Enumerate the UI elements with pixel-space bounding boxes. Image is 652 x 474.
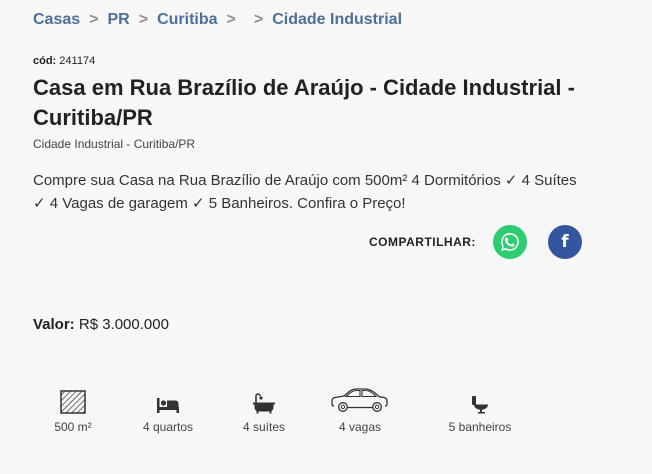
- feature-bathrooms-label: 5 banheiros: [448, 420, 512, 434]
- bed-icon: [156, 384, 180, 414]
- breadcrumb-casas[interactable]: Casas: [33, 11, 80, 29]
- chevron-right-icon: >: [226, 11, 236, 28]
- feature-bedrooms-label: 4 quartos: [142, 420, 194, 434]
- listing-description: Compre sua Casa na Rua Brazílio de Araúj…: [33, 172, 577, 212]
- whatsapp-share-button[interactable]: [493, 225, 527, 259]
- feature-area: 500 m²: [23, 384, 123, 434]
- toilet-icon: [470, 384, 490, 414]
- feature-area-label: 500 m²: [54, 420, 92, 434]
- breadcrumb: Casas > PR > Curitiba > > Cidade Industr…: [33, 11, 402, 29]
- chevron-right-icon: >: [138, 11, 149, 28]
- price: Valor: R$ 3.000.000: [33, 316, 169, 333]
- feature-suites-label: 4 suítes: [242, 420, 286, 434]
- feature-parking-label: 4 vagas: [338, 420, 382, 434]
- bathtub-icon: [252, 384, 276, 414]
- car-icon: [331, 384, 389, 414]
- location-subtitle: Cidade Industrial - Curitiba/PR: [33, 137, 196, 151]
- page-title: Casa em Rua Brazílio de Araújo - Cidade …: [33, 75, 575, 130]
- area-icon: [60, 384, 86, 414]
- price-label: Valor:: [33, 316, 75, 333]
- facebook-icon: f: [561, 232, 569, 252]
- feature-bathrooms: 5 banheiros: [430, 384, 530, 434]
- share-label: COMPARTILHAR:: [369, 235, 476, 249]
- feature-suites: 4 suítes: [214, 384, 314, 434]
- listing-code: cód: 241174: [33, 55, 95, 67]
- breadcrumb-pr[interactable]: PR: [108, 11, 130, 29]
- price-value: R$ 3.000.000: [78, 316, 169, 333]
- listing-code-label: cód:: [33, 55, 57, 67]
- whatsapp-icon: [501, 233, 519, 251]
- facebook-share-button[interactable]: f: [548, 225, 582, 259]
- feature-bedrooms: 4 quartos: [118, 384, 218, 434]
- feature-parking: 4 vagas: [310, 384, 410, 434]
- breadcrumb-cidade-industrial[interactable]: Cidade Industrial: [272, 11, 402, 29]
- chevron-right-icon: >: [89, 11, 99, 28]
- chevron-right-icon: >: [253, 11, 264, 28]
- breadcrumb-curitiba[interactable]: Curitiba: [157, 11, 217, 29]
- listing-code-value: 241174: [59, 55, 96, 67]
